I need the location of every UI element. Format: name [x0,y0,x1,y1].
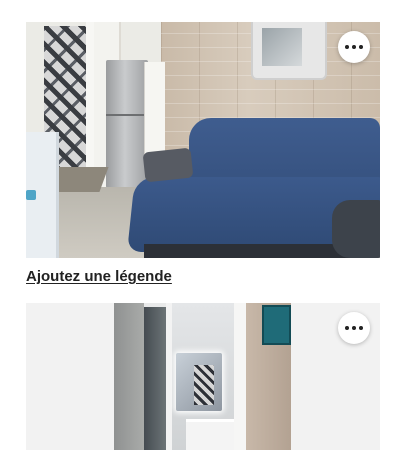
shelf [144,62,165,157]
photo-2-more-button[interactable] [338,312,370,344]
more-horizontal-icon [345,326,363,330]
bathroom-photo[interactable] [26,303,380,450]
living-room-photo[interactable] [26,22,380,258]
mirror-glass [262,28,302,66]
photo-1-more-button[interactable] [338,31,370,63]
fridge-door-line [106,114,148,116]
photo-card-1[interactable] [26,22,380,258]
door-frame-right [234,303,246,450]
cabinet-knob [26,190,36,200]
wall-art [262,305,291,345]
grey-pillow [142,147,194,183]
photo-card-2[interactable] [26,303,380,450]
photo-tour-page: Ajoutez une légende [0,0,405,450]
more-horizontal-icon [345,45,363,49]
dark-pillow [332,200,380,258]
bathroom-scene [114,303,291,450]
door-frame [86,22,94,187]
sink-vanity [186,419,238,450]
mirror-reflection [194,365,214,405]
fridge [106,60,148,188]
add-caption-link[interactable]: Ajoutez une légende [26,268,172,285]
open-door [144,307,166,450]
corridor-wall [114,303,144,450]
